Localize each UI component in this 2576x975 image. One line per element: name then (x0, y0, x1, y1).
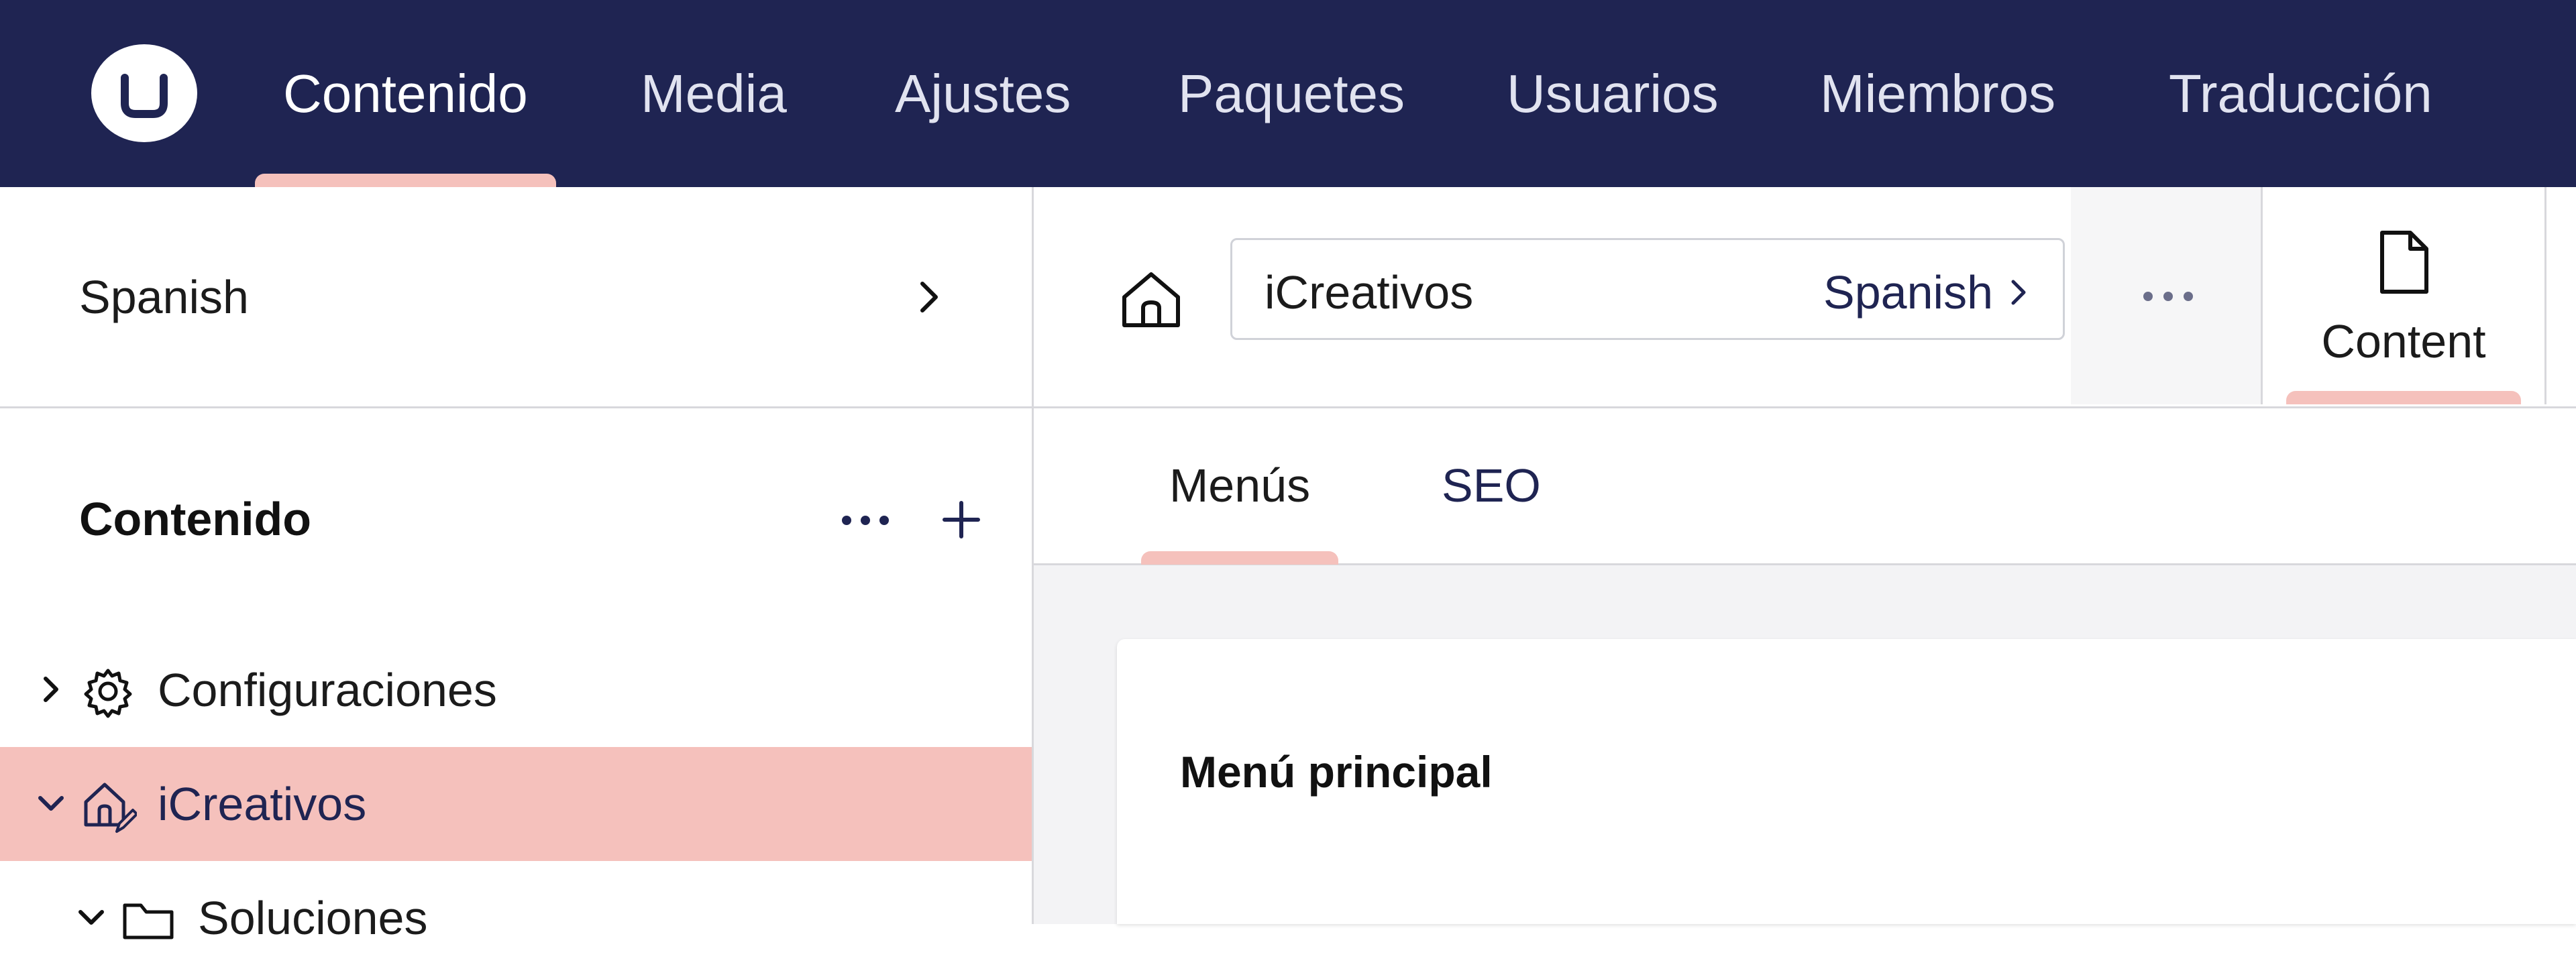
property-group-card: Menú principal (1117, 639, 2576, 924)
nav-item-label: Traducción (2169, 64, 2432, 123)
tree-item-configuraciones[interactable]: Configuraciones (0, 633, 1032, 747)
document-icon (2380, 231, 2428, 294)
tree-item-label: Configuraciones (158, 664, 497, 716)
tree-item-label: iCreativos (158, 778, 367, 830)
active-view-indicator (2286, 391, 2521, 404)
tree-item-soluciones[interactable]: Soluciones (40, 861, 1072, 975)
top-navigation-bar: Contenido Media Ajustes Paquetes Usuario… (0, 0, 2576, 187)
tree-title: Contenido (79, 493, 312, 545)
more-actions-icon[interactable] (839, 510, 892, 530)
variant-selector-button[interactable]: Spanish (1823, 266, 2033, 319)
nav-item-contenido[interactable]: Contenido (255, 0, 556, 187)
tab-label: SEO (1442, 459, 1541, 512)
nav-item-traduccion[interactable]: Traducción (2169, 0, 2432, 187)
nav-item-label: Media (641, 64, 787, 123)
nav-item-label: Ajustes (895, 64, 1071, 123)
nav-item-label: Miembros (1820, 64, 2056, 123)
nav-item-ajustes[interactable]: Ajustes (895, 0, 1071, 187)
nav-item-label: Paquetes (1178, 64, 1405, 123)
culture-selector[interactable]: Spanish (0, 187, 1032, 408)
add-icon[interactable] (939, 498, 983, 542)
document-name-input[interactable]: iCreativos Spanish (1230, 238, 2065, 340)
nav-item-media[interactable]: Media (641, 0, 787, 187)
tree-item-icreativos[interactable]: iCreativos (0, 747, 1032, 861)
nav-item-usuarios[interactable]: Usuarios (1507, 0, 1719, 187)
entity-actions-button[interactable] (2071, 187, 2261, 404)
tab-seo[interactable]: SEO (1442, 459, 1541, 512)
more-actions-icon (2143, 292, 2193, 301)
content-area: Menú principal (1034, 565, 2576, 924)
card-title: Menú principal (1180, 747, 1493, 797)
home-edit-icon (84, 783, 137, 833)
folder-icon (123, 903, 174, 939)
content-sidebar: Spanish Contenido Configuraciones iCreat… (0, 187, 1034, 944)
view-tab-label: Content (2321, 315, 2486, 367)
nav-item-label: Usuarios (1507, 64, 1719, 123)
content-tabs: Menús SEO (1034, 408, 2576, 565)
nav-item-miembros[interactable]: Miembros (1820, 0, 2055, 187)
chevron-down-icon[interactable] (32, 785, 70, 822)
active-tab-indicator (1141, 551, 1339, 565)
active-nav-indicator (255, 174, 556, 187)
nav-item-label: Contenido (283, 64, 528, 123)
chevron-right-icon (2011, 280, 2026, 305)
umbraco-logo-icon[interactable] (91, 44, 197, 142)
chevron-right-icon[interactable] (32, 671, 70, 708)
chevron-down-icon[interactable] (72, 899, 110, 936)
workspace-header: iCreativos Spanish Content (1034, 187, 2576, 408)
tab-label: Menús (1169, 459, 1311, 512)
chevron-right-icon (920, 282, 938, 312)
document-name-value: iCreativos (1265, 266, 1474, 319)
variant-label: Spanish (1823, 266, 1993, 319)
nav-item-paquetes[interactable]: Paquetes (1178, 0, 1405, 187)
tab-menus[interactable]: Menús (1141, 459, 1339, 565)
view-tab-content[interactable]: Content (2261, 187, 2546, 404)
culture-label: Spanish (79, 271, 249, 323)
gear-icon (84, 669, 132, 718)
tree-item-label: Soluciones (198, 892, 428, 944)
home-icon (1122, 272, 1180, 327)
